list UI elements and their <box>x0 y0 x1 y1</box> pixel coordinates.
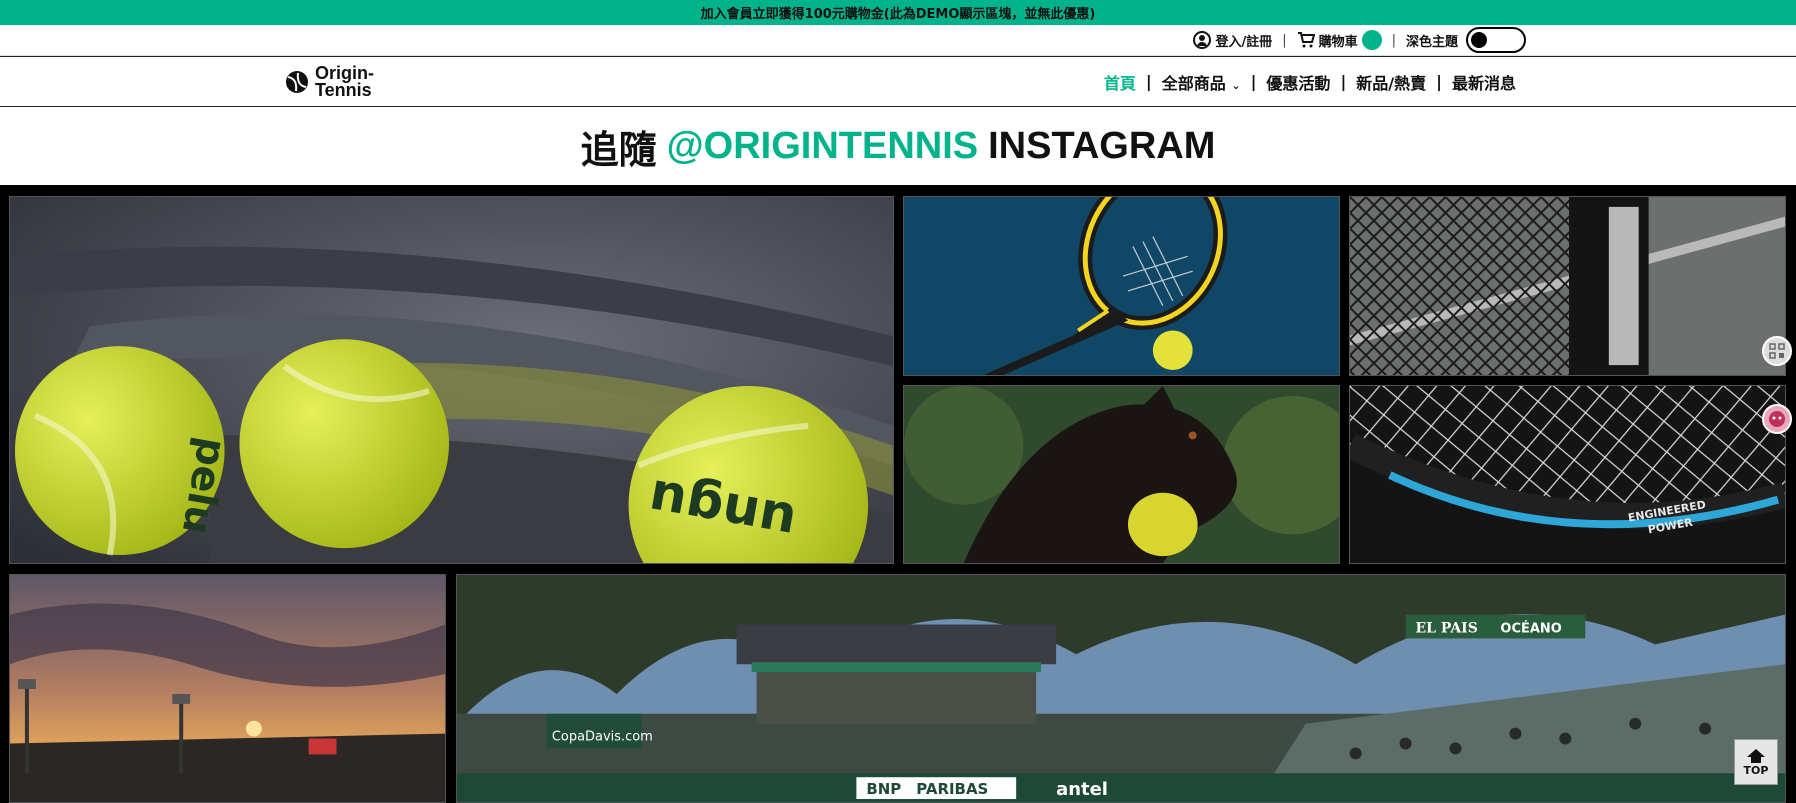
gallery-image-racket-strings[interactable]: ENGINEERED POWER <box>1349 385 1786 564</box>
share-qr-button[interactable] <box>1762 336 1792 366</box>
title-suffix: INSTAGRAM <box>988 124 1216 167</box>
nav-item-promotions[interactable]: 優惠活動 <box>1256 70 1340 94</box>
gallery-image-stadium-sunset[interactable] <box>9 574 446 803</box>
logo-line-2: Tennis <box>315 79 372 100</box>
site-logo[interactable]: Origin- Tennis <box>285 64 374 100</box>
stadium-sign-text: BNP <box>866 780 901 798</box>
stadium-sign-text: EL PAIS <box>1416 621 1478 637</box>
nav-item-new-hot[interactable]: 新品/熱賣 <box>1346 70 1436 94</box>
promo-text: 加入會員立即獲得100元購物金(此為DEMO顯示區塊，並無此優惠) <box>700 7 1096 22</box>
cart-count-badge <box>1361 30 1382 50</box>
nav-item-home[interactable]: 首頁 <box>1094 70 1146 94</box>
login-link[interactable]: 登入/註冊 <box>1193 31 1272 50</box>
stadium-sign-text: antel <box>1056 779 1108 800</box>
instagram-handle-link[interactable]: @ORIGINTENNIS <box>667 125 979 168</box>
gallery-image-copa-davis-court[interactable]: EL PAIS OCÉANO CopaDavis.com BNP PARIBAS… <box>456 574 1786 803</box>
stadium-sign-text: CopaDavis.com <box>552 730 653 745</box>
tennis-ball-logo-icon <box>286 70 308 93</box>
login-label: 登入/註冊 <box>1215 34 1273 50</box>
gallery-image-tennis-net[interactable] <box>1349 196 1786 376</box>
nav-item-label: 全部商品 <box>1161 73 1226 93</box>
instagram-gallery: pelu ungu ENGINEERED POWER EL PAIS OCÉAN… <box>0 186 1796 803</box>
top-label: TOP <box>1743 763 1769 777</box>
chat-avatar-icon <box>1769 411 1785 427</box>
house-up-icon <box>1747 748 1765 763</box>
toggle-knob <box>1471 32 1487 48</box>
theme-switch-group: 深色主題 <box>1406 27 1526 53</box>
main-nav: Origin- Tennis 首頁 | 全部商品 ⌄ | 優惠活動 | 新品/熱賣… <box>0 56 1796 107</box>
user-circle-icon <box>1193 31 1212 49</box>
utility-bar: 登入/註冊 | 購物車 | 深色主題 <box>0 25 1796 56</box>
stadium-sign-text: PARIBAS <box>916 780 988 798</box>
qr-code-icon <box>1769 343 1785 359</box>
back-to-top-button[interactable]: TOP <box>1734 739 1778 785</box>
theme-label: 深色主題 <box>1405 34 1458 50</box>
stadium-sign-text: OCÉANO <box>1500 621 1561 637</box>
gallery-image-racket-blue[interactable] <box>903 196 1340 376</box>
title-prefix: 追隨 <box>580 129 657 172</box>
cart-label: 購物車 <box>1318 34 1358 50</box>
cart-icon <box>1297 32 1315 48</box>
cart-link[interactable]: 購物車 <box>1297 30 1382 50</box>
nav-item-all-products[interactable]: 全部商品 ⌄ <box>1152 70 1251 94</box>
nav-item-news[interactable]: 最新消息 <box>1442 70 1526 94</box>
divider: | <box>1282 32 1287 48</box>
divider: | <box>1391 32 1396 48</box>
dark-theme-toggle[interactable] <box>1466 27 1526 53</box>
gallery-image-tennis-balls[interactable]: pelu ungu <box>9 196 894 564</box>
nav-menu: 首頁 | 全部商品 ⌄ | 優惠活動 | 新品/熱賣 | 最新消息 <box>1094 70 1526 94</box>
promo-bar: 加入會員立即獲得100元購物金(此為DEMO顯示區塊，並無此優惠) <box>0 0 1796 25</box>
chevron-down-icon: ⌄ <box>1231 78 1241 92</box>
logo-text: Origin- Tennis <box>315 64 374 100</box>
section-title: 追隨 @ORIGINTENNIS INSTAGRAM <box>0 107 1796 185</box>
chat-widget-button[interactable] <box>1762 404 1792 434</box>
gallery-image-dog-with-ball[interactable] <box>903 385 1340 564</box>
